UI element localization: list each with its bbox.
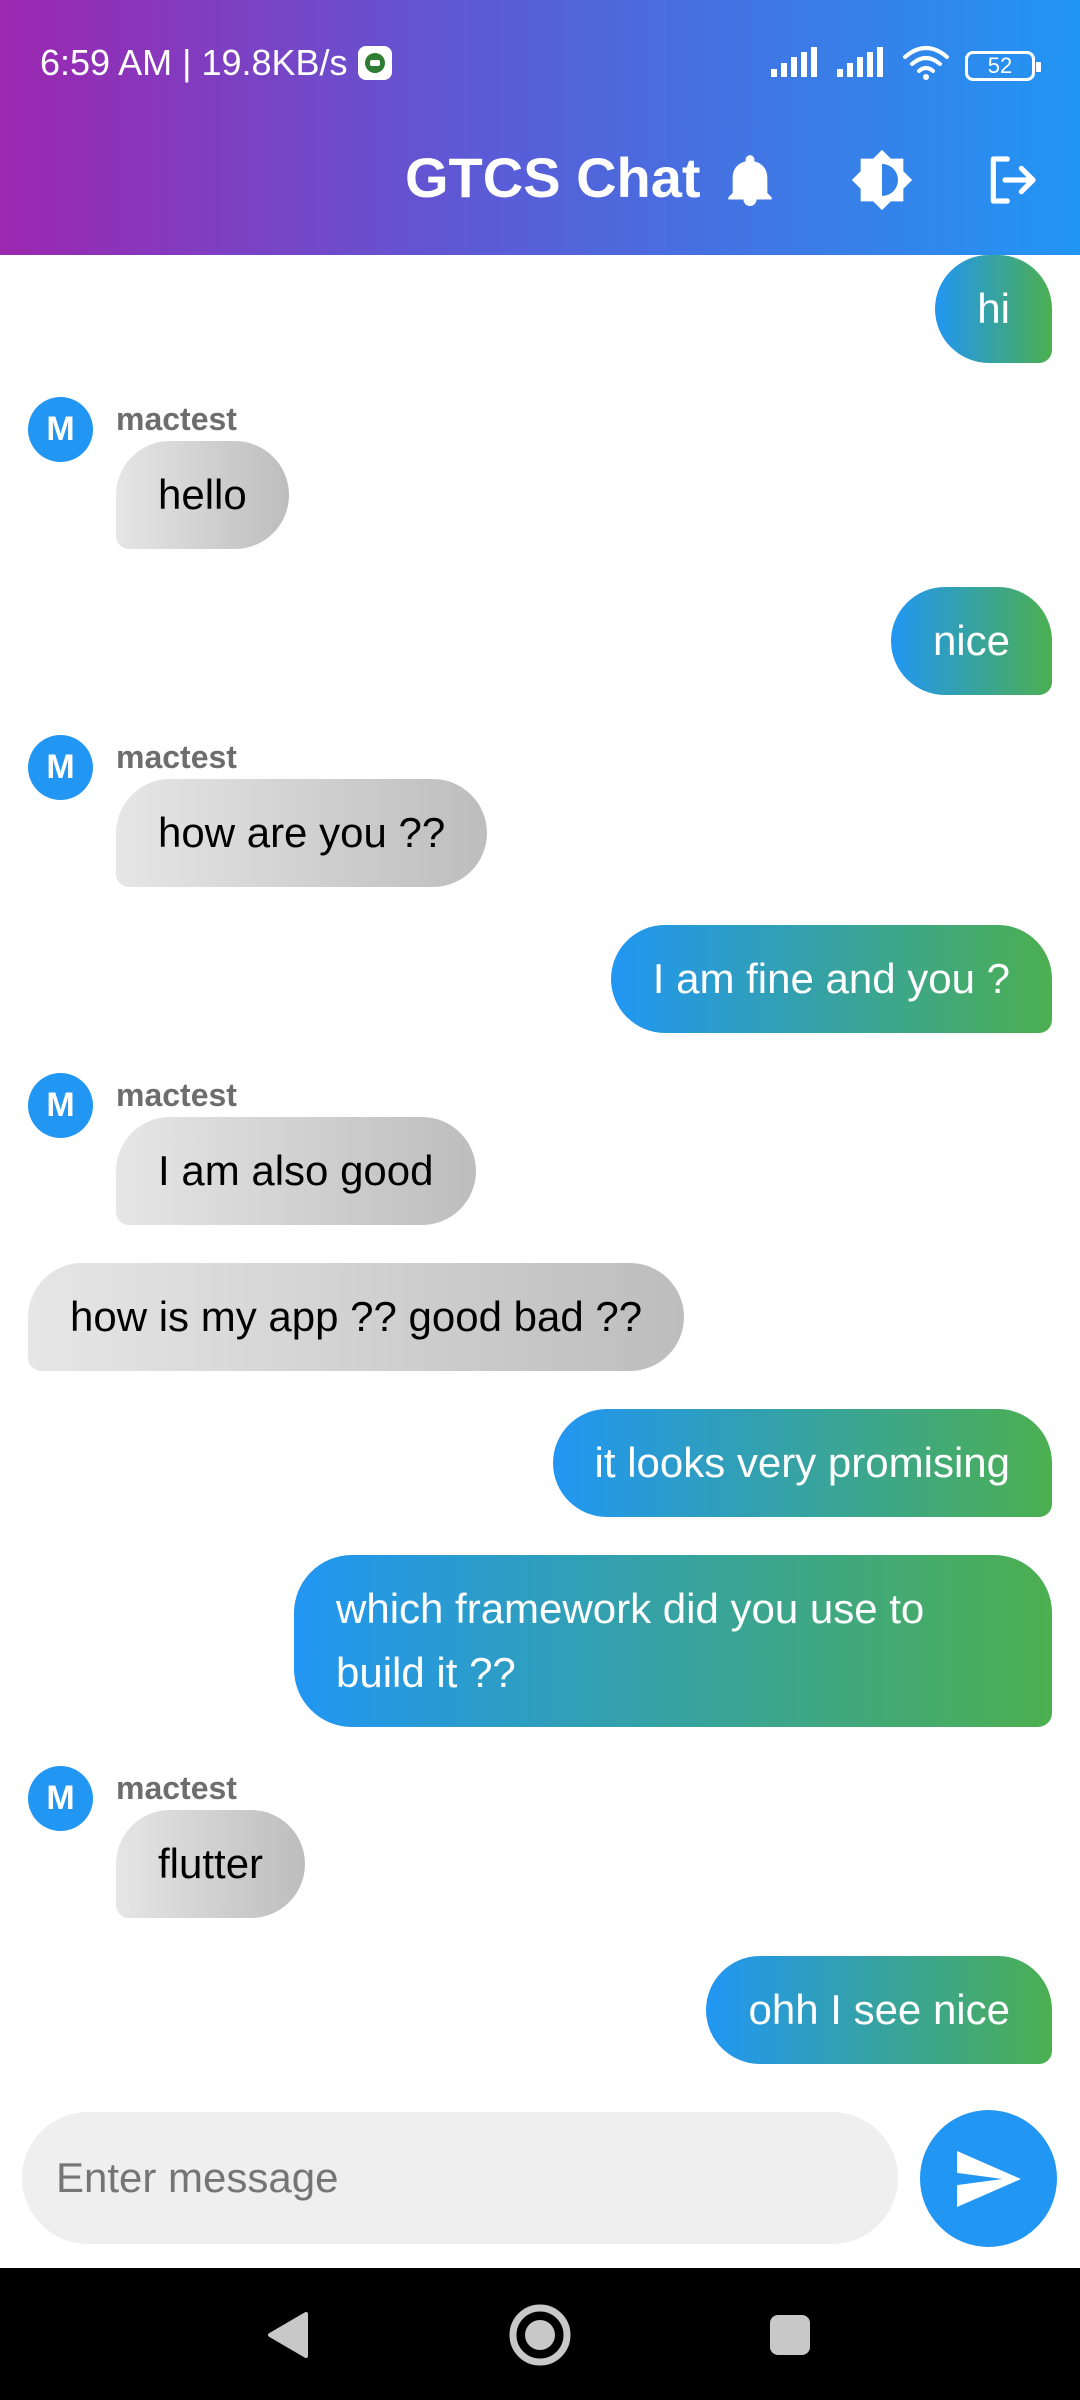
back-icon <box>268 2312 308 2358</box>
message-text: nice <box>932 617 1010 664</box>
sender-name: mactest <box>116 1077 237 1113</box>
received-message: hello <box>116 441 289 549</box>
sent-message: hi <box>935 255 1052 363</box>
home-button[interactable] <box>505 2300 575 2370</box>
brightness-icon <box>851 149 913 211</box>
received-message: I am also good <box>116 1117 476 1225</box>
status-time: 6:59 AM | 19.8KB/s <box>40 42 348 83</box>
logout-icon <box>990 156 1036 204</box>
message-text: how is my app ?? good bad ?? <box>70 1293 643 1340</box>
received-message: flutter <box>116 1810 306 1918</box>
status-bar: 6:59 AM | 19.8KB/s 52 <box>0 0 1080 130</box>
avatar: M <box>28 1766 93 1831</box>
sent-message: I am fine and you ? <box>610 925 1052 1033</box>
avatar: M <box>28 1073 93 1138</box>
notifications-button[interactable] <box>718 148 782 212</box>
bell-icon <box>728 155 772 206</box>
sent-message: it looks very promising <box>552 1409 1052 1517</box>
sent-message: ohh I see nice <box>706 1956 1052 2064</box>
status-left: 6:59 AM | 19.8KB/s <box>40 42 392 84</box>
logout-button[interactable] <box>980 148 1044 212</box>
sender-name: mactest <box>116 401 237 437</box>
battery-icon: 52 <box>965 50 1041 81</box>
send-button[interactable] <box>920 2110 1057 2247</box>
battery-level: 52 <box>987 52 1013 78</box>
recents-button[interactable] <box>755 2300 825 2370</box>
message-input-container <box>22 2112 898 2244</box>
sender-name: mactest <box>116 1770 237 1806</box>
sender-name: mactest <box>116 739 237 775</box>
message-text: which framework did you use to build it … <box>336 1585 925 1696</box>
message-input[interactable] <box>22 2112 898 2244</box>
avatar: M <box>28 735 93 800</box>
received-message: how is my app ?? good bad ?? <box>28 1263 685 1371</box>
status-right: 52 <box>769 45 1041 86</box>
message-text: hello <box>158 471 247 518</box>
message-text: I am fine and you ? <box>652 955 1010 1002</box>
app-header: 6:59 AM | 19.8KB/s 52 GTCS Chat <box>0 0 1080 255</box>
message-text: flutter <box>158 1840 264 1887</box>
message-text: ohh I see nice <box>748 1986 1010 2033</box>
message-list[interactable]: hi M mactest hello nice M mactest how ar… <box>0 255 1080 2105</box>
recents-icon <box>770 2315 810 2355</box>
sent-message: which framework did you use to build it … <box>294 1555 1052 1727</box>
sent-message: nice <box>890 587 1052 695</box>
signal-icon-2 <box>835 47 887 84</box>
app-bar: GTCS Chat <box>0 130 1080 255</box>
theme-toggle-button[interactable] <box>850 148 914 212</box>
message-text: how are you ?? <box>158 809 446 856</box>
message-text: it looks very promising <box>594 1439 1010 1486</box>
signal-icon <box>769 47 821 84</box>
wifi-icon <box>901 45 951 86</box>
notification-app-icon <box>357 46 392 80</box>
page-title: GTCS Chat <box>405 146 701 209</box>
avatar: M <box>28 397 93 462</box>
send-icon <box>956 2150 1021 2207</box>
back-button[interactable] <box>253 2300 323 2370</box>
system-nav-bar <box>0 2268 1080 2400</box>
message-text: I am also good <box>158 1147 434 1194</box>
home-icon <box>509 2304 571 2366</box>
received-message: how are you ?? <box>116 779 488 887</box>
message-text: hi <box>977 285 1010 332</box>
